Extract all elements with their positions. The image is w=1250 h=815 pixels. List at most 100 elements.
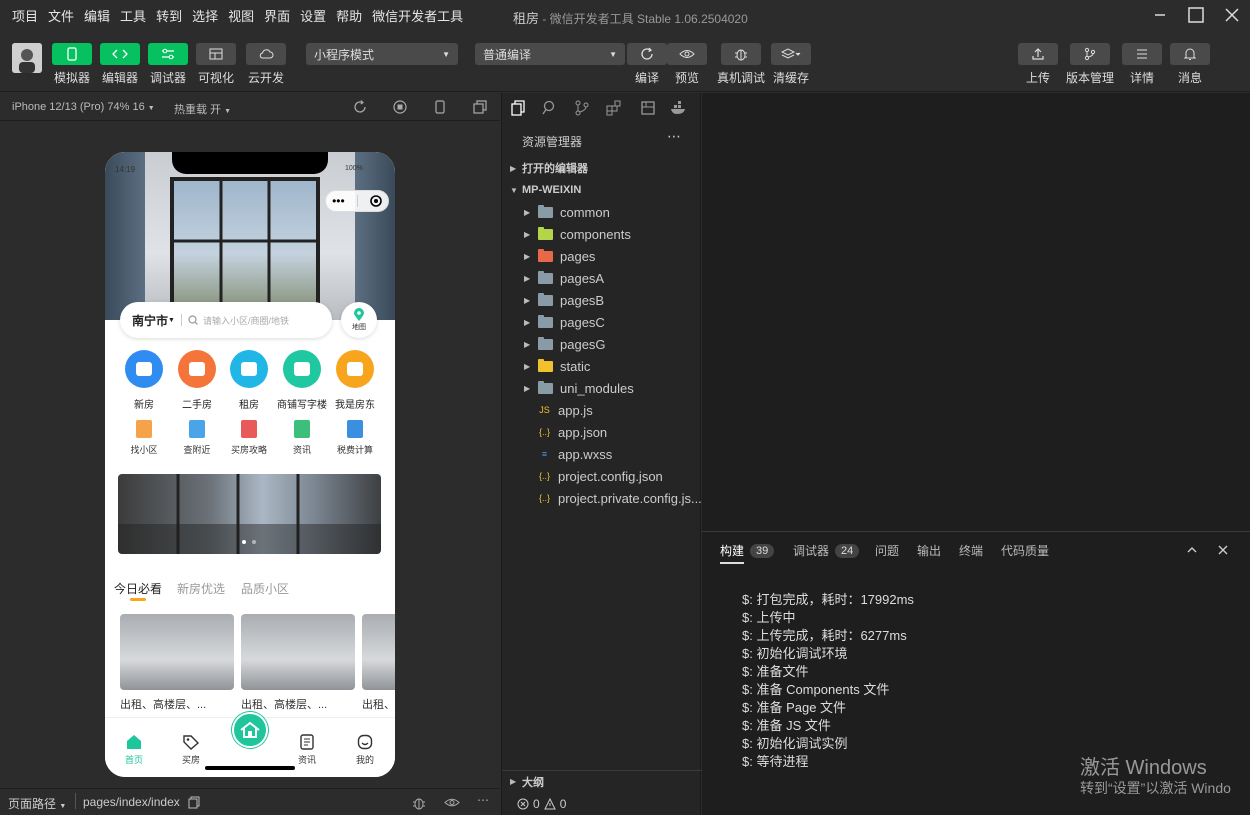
mini-program-capsule[interactable]: ••• [325,190,389,212]
docker-whale-icon[interactable] [670,100,688,116]
folder-pagesG[interactable]: ▶ pagesG [502,333,702,355]
editor-toggle[interactable] [100,43,140,65]
details-icon-box[interactable] [1122,43,1162,65]
menu-item-1[interactable]: 文件 [48,6,74,25]
bug-icon[interactable] [411,795,427,810]
version-icon-box[interactable] [1070,43,1110,65]
content-tab-2[interactable]: 品质小区 [241,580,289,597]
file-1[interactable]: {..} app.json [502,421,702,443]
category-1[interactable]: 二手房 [171,350,223,411]
page-path-select[interactable]: 页面路径 ▼ [8,795,66,812]
category-3[interactable]: 商铺写字楼 [276,350,328,411]
file-3[interactable]: {..} project.config.json [502,465,702,487]
folder-static[interactable]: ▶ static [502,355,702,377]
problems-status[interactable]: 0 0 [502,792,702,815]
avatar[interactable] [12,43,42,73]
simulator-toggle[interactable] [52,43,92,65]
more-icon[interactable]: ⋯ [667,128,681,145]
simulator-button[interactable]: 模拟器 [52,43,92,86]
rotate-icon[interactable] [353,100,367,114]
source-control-icon[interactable] [574,100,590,116]
subcategory-3[interactable]: 资讯 [276,420,328,456]
minimize-button[interactable] [1142,0,1178,30]
menu-item-6[interactable]: 视图 [228,6,254,25]
tab-news[interactable]: 资讯 [287,734,327,766]
house-card[interactable]: 出租、高楼层、...金源中心小区 [241,614,355,728]
menu-item-4[interactable]: 转到 [156,6,182,25]
maximize-button[interactable] [1178,0,1214,30]
subcategory-2[interactable]: 买房攻略 [223,420,275,456]
category-2[interactable]: 租房 [223,350,275,411]
console-tab-5[interactable]: 代码质量 [1001,542,1049,559]
clear-cache-button[interactable]: 清缓存 [771,43,811,86]
preview-icon-box[interactable] [667,43,707,65]
folder-uni_modules[interactable]: ▶ uni_modules [502,377,702,399]
stop-icon[interactable] [393,100,407,114]
banner-image[interactable] [118,474,381,554]
messages-icon-box[interactable] [1170,43,1210,65]
close-icon[interactable] [1217,544,1229,556]
file-0[interactable]: JS app.js [502,399,702,421]
menu-item-10[interactable]: 微信开发者工具 [372,6,463,25]
upload-icon-box[interactable] [1018,43,1058,65]
city-select[interactable]: 南宁市 [132,312,168,329]
upload-button[interactable]: 上传 [1018,43,1058,86]
menu-item-7[interactable]: 界面 [264,6,290,25]
console-tab-1[interactable]: 调试器 24 [793,542,860,559]
messages-button[interactable]: 消息 [1170,43,1210,86]
version-button[interactable]: 版本管理 [1066,43,1114,86]
folder-pages[interactable]: ▶ pages [502,245,702,267]
search-input[interactable]: 请输入小区/商圈/地铁 [203,314,289,327]
subcategory-4[interactable]: 税费计算 [329,420,381,456]
close-window-button[interactable] [1214,0,1250,30]
console-tab-2[interactable]: 问题 [875,542,899,559]
file-2[interactable]: ≡ app.wxss [502,443,702,465]
tab-mine[interactable]: 我的 [345,734,385,766]
map-button[interactable]: 地图 [341,302,377,338]
extensions-icon[interactable] [606,100,622,116]
project-section[interactable]: ▼ MP-WEIXIN [502,179,702,201]
editor-button[interactable]: 编辑器 [100,43,140,86]
details-button[interactable]: 详情 [1122,43,1162,86]
visual-button[interactable]: 可视化 [196,43,236,86]
preview-button[interactable]: 预览 [667,43,707,86]
tab-buy[interactable]: 买房 [171,734,211,766]
file-4[interactable]: {..} project.private.config.js... [502,487,702,509]
menu-item-2[interactable]: 编辑 [84,6,110,25]
tab-center-home-button[interactable] [232,712,268,748]
folder-components[interactable]: ▶ components [502,223,702,245]
category-4[interactable]: 我是房东 [329,350,381,411]
debugger-button[interactable]: 调试器 [148,43,188,86]
outline-section[interactable]: ▶ 大纲 [502,770,702,792]
folder-pagesB[interactable]: ▶ pagesB [502,289,702,311]
menu-item-9[interactable]: 帮助 [336,6,362,25]
subcategory-0[interactable]: 找小区 [118,420,170,456]
menu-item-0[interactable]: 项目 [12,6,38,25]
console-tab-0[interactable]: 构建 39 [720,542,775,559]
console-tab-4[interactable]: 终端 [959,542,983,559]
house-card[interactable]: 出租、高楼层、...金源中心小区 [120,614,234,728]
eye-icon[interactable] [444,797,460,808]
visual-toggle[interactable] [196,43,236,65]
search-icon[interactable] [542,100,558,116]
house-card[interactable]: 出租、金源中心 [362,614,395,728]
chevron-up-icon[interactable] [1186,544,1198,556]
copy-icon[interactable] [188,796,200,809]
content-tab-0[interactable]: 今日必看 [114,580,162,597]
more-dots-icon[interactable]: ••• [332,194,345,208]
folder-pagesC[interactable]: ▶ pagesC [502,311,702,333]
search-bar[interactable]: 南宁市 ▼ 请输入小区/商圈/地铁 [120,302,332,338]
open-editors-section[interactable]: ▶ 打开的编辑器 [502,157,702,179]
tab-home[interactable]: 首页 [114,734,154,766]
mode-select[interactable]: 小程序模式 ▼ [306,43,458,65]
menu-item-8[interactable]: 设置 [300,6,326,25]
content-tab-1[interactable]: 新房优选 [177,580,225,597]
debugger-toggle[interactable] [148,43,188,65]
menu-item-3[interactable]: 工具 [120,6,146,25]
detach-window-icon[interactable] [473,100,487,114]
cloud-toggle[interactable] [246,43,286,65]
subcategory-1[interactable]: 查附近 [171,420,223,456]
category-0[interactable]: 新房 [118,350,170,411]
device-debug-icon-box[interactable] [721,43,761,65]
clear-cache-icon-box[interactable] [771,43,811,65]
